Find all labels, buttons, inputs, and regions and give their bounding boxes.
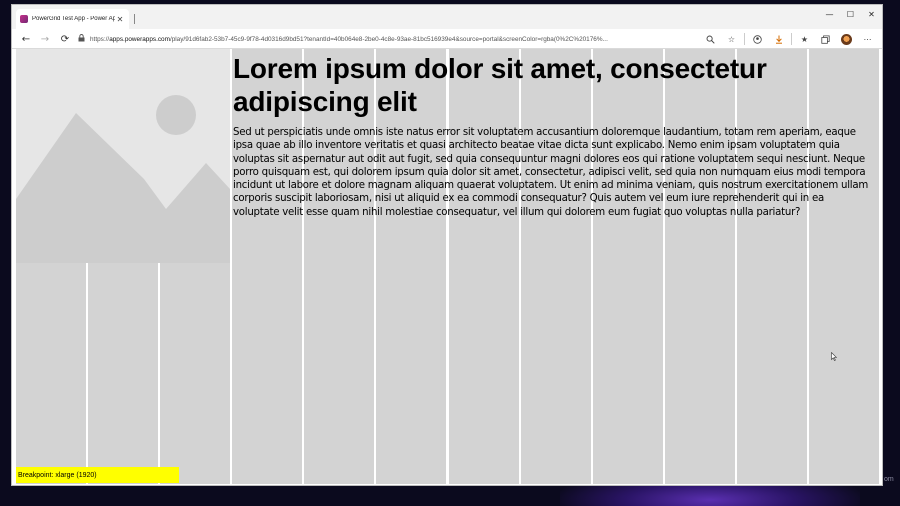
address-bar[interactable]: https://apps.powerapps.com/play/91d6fab2… bbox=[78, 32, 718, 46]
reload-button[interactable]: ⟳ bbox=[57, 29, 73, 49]
text-content: Lorem ipsum dolor sit amet, consectetur … bbox=[233, 52, 873, 219]
toolbar-separator bbox=[744, 33, 745, 45]
url-prefix: https:// bbox=[90, 35, 110, 43]
image-placeholder-icon bbox=[16, 49, 230, 263]
favorites-bar-icon[interactable]: ★ bbox=[794, 29, 815, 49]
favorite-star-icon[interactable]: ☆ bbox=[721, 29, 742, 49]
avatar bbox=[841, 33, 852, 45]
browser-toolbar: ← → ⟳ https://apps.powerapps.com/play/91… bbox=[12, 29, 882, 49]
url-host: apps.powerapps.com bbox=[109, 35, 170, 43]
account-avatar[interactable] bbox=[836, 29, 857, 49]
collections-icon[interactable] bbox=[815, 29, 836, 49]
close-window-button[interactable]: ✕ bbox=[861, 5, 882, 23]
browser-window: PowerGrid Test App - Power Apps ✕ — ☐ ✕ … bbox=[11, 4, 883, 486]
powerapps-favicon-icon bbox=[20, 15, 28, 23]
profile-icon[interactable] bbox=[747, 29, 768, 49]
browser-tab[interactable]: PowerGrid Test App - Power Apps ✕ bbox=[16, 9, 129, 29]
desktop-partial-text: om bbox=[884, 476, 894, 483]
window-controls: — ☐ ✕ bbox=[819, 5, 882, 25]
breakpoint-badge: Breakpoint: xlarge (1920) bbox=[16, 467, 179, 483]
minimize-button[interactable]: — bbox=[819, 5, 840, 23]
title-bar: PowerGrid Test App - Power Apps ✕ — ☐ ✕ bbox=[12, 5, 882, 29]
zoom-icon[interactable] bbox=[700, 29, 721, 49]
toolbar-extensions: ☆ ★ ⋯ bbox=[700, 29, 878, 49]
forward-button[interactable]: → bbox=[37, 29, 53, 49]
maximize-button[interactable]: ☐ bbox=[840, 5, 861, 23]
tab-title: PowerGrid Test App - Power Apps bbox=[32, 16, 115, 22]
download-icon[interactable] bbox=[768, 29, 789, 49]
tab-separator bbox=[134, 14, 135, 24]
toolbar-separator bbox=[791, 33, 792, 45]
page-title: Lorem ipsum dolor sit amet, consectetur … bbox=[233, 53, 767, 117]
body-paragraph: Sed ut perspiciatis unde omnis iste natu… bbox=[233, 127, 869, 218]
more-menu-icon[interactable]: ⋯ bbox=[857, 29, 878, 49]
tab-close-icon[interactable]: ✕ bbox=[115, 15, 125, 24]
lock-icon[interactable] bbox=[78, 34, 90, 44]
app-canvas: Lorem ipsum dolor sit amet, consectetur … bbox=[16, 49, 879, 484]
mouse-cursor-icon bbox=[831, 352, 837, 361]
url-text[interactable]: https://apps.powerapps.com/play/91d6fab2… bbox=[90, 36, 718, 43]
url-path: /play/91d6fab2-53b7-45c9-9f78-4d0316d9bd… bbox=[169, 35, 608, 43]
back-button[interactable]: ← bbox=[18, 29, 34, 49]
